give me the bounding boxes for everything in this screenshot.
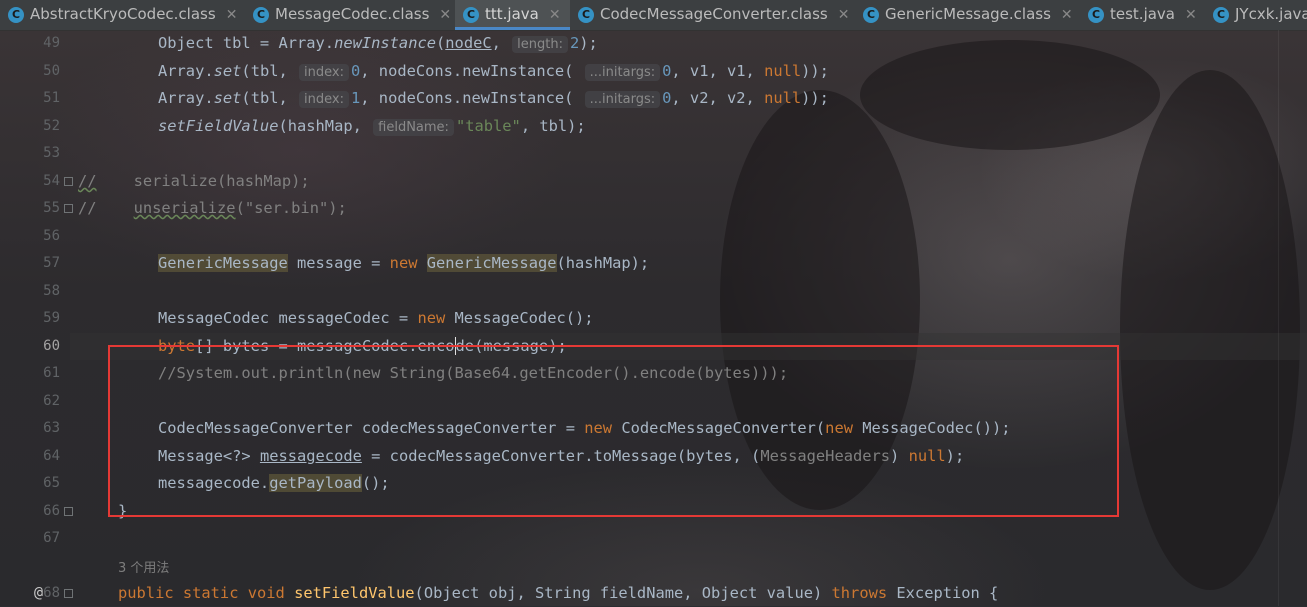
- code-line-57[interactable]: GenericMessage message = new GenericMess…: [158, 250, 649, 277]
- parameter-hint: length:: [512, 36, 568, 53]
- line-number: 65: [43, 475, 60, 491]
- fold-marker-icon[interactable]: [64, 177, 73, 186]
- line-number: 67: [43, 530, 60, 546]
- usages-inlay-hint[interactable]: 3 个用法: [118, 557, 169, 576]
- line-number: 59: [43, 310, 60, 326]
- code-line-52[interactable]: setFieldValue(hashMap, fieldName: "table"…: [158, 113, 586, 140]
- fold-marker-icon[interactable]: [64, 507, 73, 516]
- class-file-icon: C: [578, 6, 594, 23]
- tab-ttt-java[interactable]: Cttt.java ✕: [455, 0, 570, 30]
- tab-label: GenericMessage.class: [885, 5, 1051, 23]
- code-line-49[interactable]: Object tbl = Array.newInstance(nodeC, le…: [158, 30, 598, 57]
- tab-label: JYcxk.java: [1235, 5, 1307, 23]
- parameter-hint: ...initargs:: [584, 91, 661, 108]
- line-number: 56: [43, 228, 60, 244]
- close-icon[interactable]: ✕: [549, 7, 561, 23]
- java-file-icon: C: [1088, 6, 1104, 23]
- class-file-icon: C: [863, 6, 879, 23]
- line-number: 58: [43, 283, 60, 299]
- line-number: 55: [43, 200, 60, 216]
- code-line-51[interactable]: Array.set(tbl, index: 1, nodeCons.newInst…: [158, 85, 829, 112]
- close-icon[interactable]: ✕: [838, 7, 850, 23]
- line-number: 53: [43, 145, 60, 161]
- fold-marker-icon[interactable]: [64, 589, 73, 598]
- line-number: 54: [43, 173, 60, 189]
- close-icon[interactable]: ✕: [226, 7, 238, 23]
- line-number: 68: [43, 585, 60, 601]
- editor-tab-bar: C AbstractKryoCodec.class ✕ C MessageCodec.…: [0, 0, 1307, 31]
- line-number: 64: [43, 448, 60, 464]
- line-number: 51: [43, 90, 60, 106]
- close-icon[interactable]: ✕: [1185, 7, 1197, 23]
- class-file-icon: C: [253, 6, 269, 23]
- class-file-icon: C: [8, 6, 24, 23]
- tab-genericmessage[interactable]: C GenericMessage.class ✕: [855, 0, 1080, 30]
- line-number: 63: [43, 420, 60, 436]
- code-line-59[interactable]: MessageCodec messageCodec = new MessageC…: [158, 305, 594, 332]
- right-margin-guide: [1278, 30, 1279, 606]
- parameter-hint: fieldName:: [373, 119, 454, 136]
- java-file-icon: C: [1213, 6, 1229, 23]
- tab-label: MessageCodec.class: [275, 5, 430, 23]
- line-number: 49: [43, 35, 60, 51]
- tab-abstractkryocodec[interactable]: C AbstractKryoCodec.class ✕: [0, 0, 245, 30]
- close-icon[interactable]: ✕: [1061, 7, 1073, 23]
- line-number: 66: [43, 503, 60, 519]
- annotation-highlight-box: [108, 345, 1119, 517]
- line-number: 50: [43, 63, 60, 79]
- code-line-68[interactable]: public static void setFieldValue(Object …: [118, 580, 998, 607]
- code-line-50[interactable]: Array.set(tbl, index: 0, nodeCons.newInst…: [158, 58, 829, 85]
- tab-label: ttt.java: [485, 5, 539, 23]
- tab-codecmessageconverter[interactable]: C CodecMessageConverter.class ✕: [570, 0, 855, 30]
- background-hair-shape: [1120, 70, 1300, 590]
- tab-label: CodecMessageConverter.class: [600, 5, 828, 23]
- background-hair-shape: [860, 40, 1160, 150]
- tab-messagecodec[interactable]: C MessageCodec.class ✕: [245, 0, 455, 30]
- line-number: 61: [43, 365, 60, 381]
- code-line-55[interactable]: // unserialize("ser.bin");: [78, 195, 347, 222]
- line-number-current: 60: [43, 338, 60, 354]
- parameter-hint: index:: [299, 91, 349, 108]
- tab-label: test.java: [1110, 5, 1176, 23]
- code-line-54[interactable]: // serialize(hashMap);: [78, 168, 310, 195]
- line-number: 52: [43, 118, 60, 134]
- tab-test-java[interactable]: Ctest.java ✕: [1080, 0, 1205, 30]
- override-annotation-icon[interactable]: @: [34, 583, 43, 601]
- java-file-icon: C: [463, 6, 479, 23]
- close-icon[interactable]: ✕: [439, 7, 451, 23]
- fold-marker-icon[interactable]: [64, 204, 73, 213]
- line-number: 57: [43, 255, 60, 271]
- tab-jycxk-java[interactable]: C JYcxk.java: [1205, 0, 1307, 30]
- parameter-hint: ...initargs:: [584, 64, 661, 81]
- line-number: 62: [43, 393, 60, 409]
- parameter-hint: index:: [299, 64, 349, 81]
- tab-label: AbstractKryoCodec.class: [30, 5, 216, 23]
